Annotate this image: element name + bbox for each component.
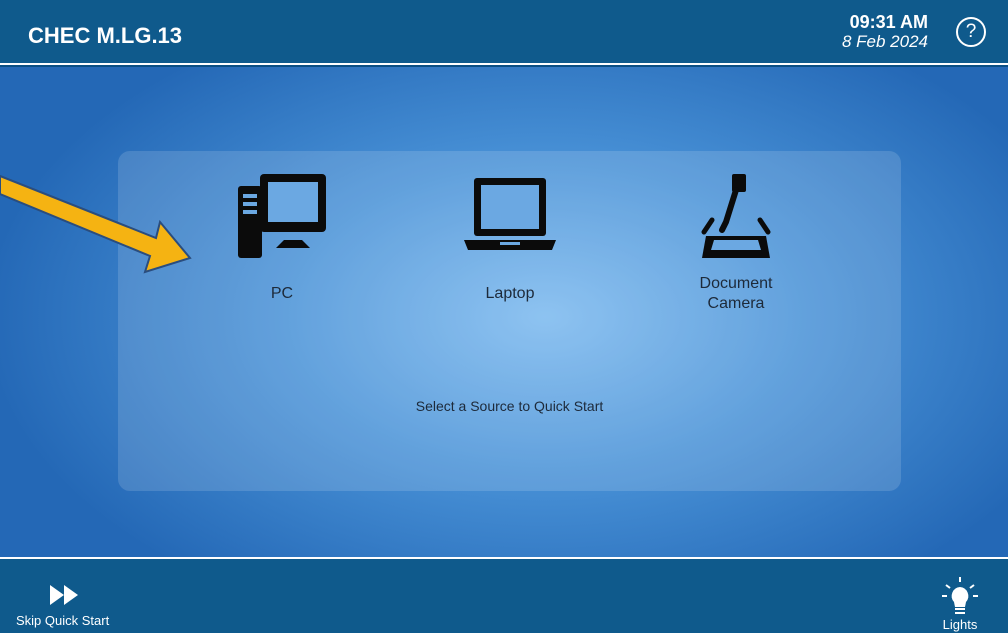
source-document-camera-label-line1: Document bbox=[699, 275, 773, 292]
main-stage bbox=[0, 67, 1008, 557]
source-pc-button[interactable]: PC bbox=[212, 172, 352, 304]
source-document-camera-button[interactable]: Document Camera bbox=[666, 172, 806, 314]
skip-quick-start-label: Skip Quick Start bbox=[16, 613, 110, 628]
lightbulb-icon bbox=[942, 577, 978, 614]
clock-date: 8 Feb 2024 bbox=[841, 32, 928, 51]
bottom-bar: Skip Quick Start Lights bbox=[0, 557, 1008, 633]
desktop-computer-icon bbox=[238, 174, 326, 258]
document-camera-icon bbox=[701, 174, 771, 258]
fast-forward-icon bbox=[50, 585, 78, 605]
top-bar: CHEC M.LG.13 09:31 AM 8 Feb 2024 ? bbox=[0, 0, 1008, 65]
help-button[interactable]: ? bbox=[956, 17, 986, 47]
laptop-icon bbox=[464, 178, 556, 250]
room-title: CHEC M.LG.13 bbox=[28, 23, 183, 48]
quick-start-prompt: Select a Source to Quick Start bbox=[415, 398, 604, 414]
source-pc-label: PC bbox=[270, 285, 294, 302]
lights-button[interactable]: Lights bbox=[940, 577, 980, 632]
clock-time: 09:31 AM bbox=[849, 12, 928, 32]
skip-quick-start-button[interactable]: Skip Quick Start bbox=[16, 585, 109, 628]
source-document-camera-label-line2: Camera bbox=[707, 295, 765, 312]
lights-label: Lights bbox=[942, 617, 978, 632]
source-laptop-button[interactable]: Laptop bbox=[440, 172, 580, 304]
clock: 09:31 AM 8 Feb 2024 bbox=[842, 12, 928, 52]
source-laptop-label: Laptop bbox=[485, 285, 535, 302]
